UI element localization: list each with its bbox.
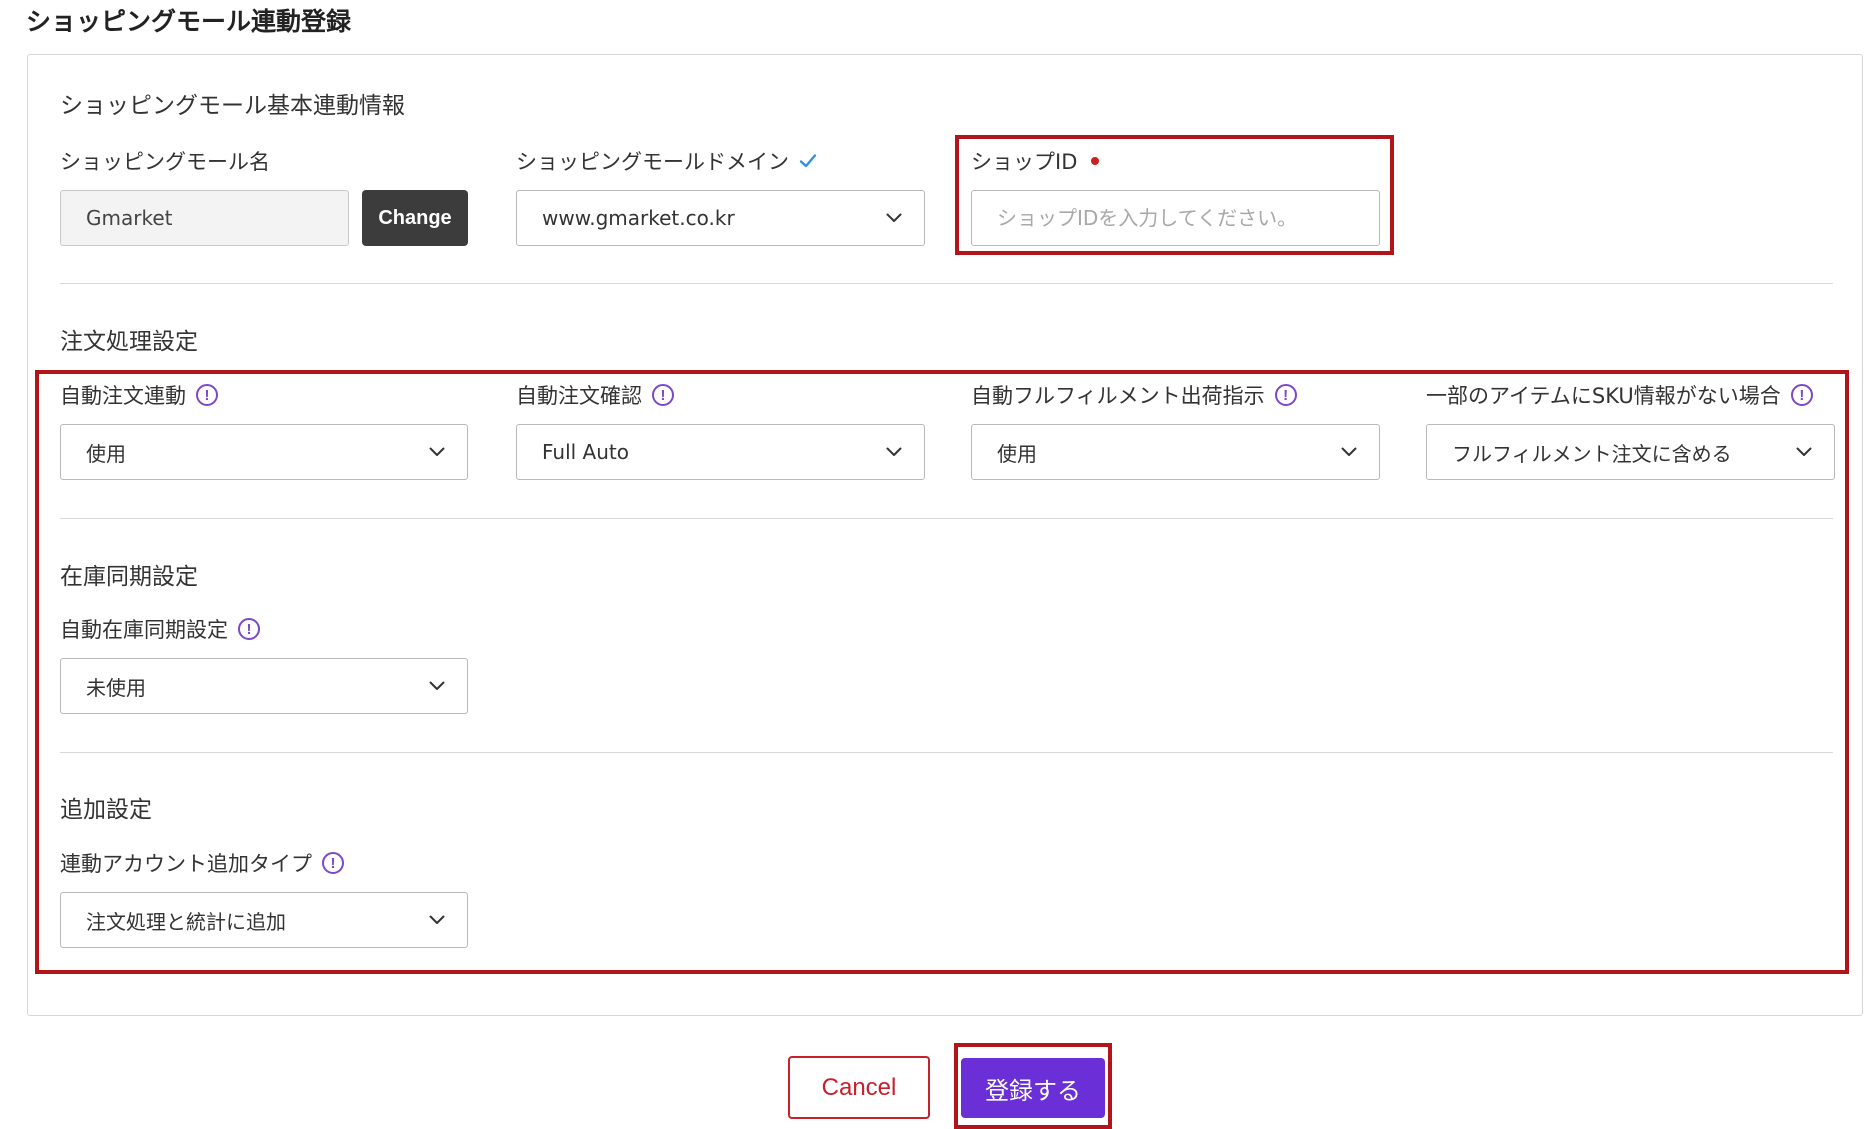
chevron-down-icon xyxy=(886,213,902,222)
auto-order-confirm-label: 自動注文確認 ! xyxy=(516,380,674,410)
mall-name-label: ショッピングモール名 xyxy=(60,146,270,176)
auto-order-confirm-label-text: 自動注文確認 xyxy=(516,384,642,408)
section-divider xyxy=(60,518,1833,519)
section-divider xyxy=(60,283,1833,284)
info-icon[interactable]: ! xyxy=(196,384,218,406)
mall-name-label-text: ショッピングモール名 xyxy=(60,150,270,174)
account-type-label: 連動アカウント追加タイプ ! xyxy=(60,848,344,878)
auto-order-confirm-select[interactable]: Full Auto xyxy=(516,424,925,480)
auto-order-link-label: 自動注文連動 ! xyxy=(60,380,218,410)
info-icon[interactable]: ! xyxy=(1274,384,1297,406)
auto-fulfillment-value: 使用 xyxy=(997,441,1037,466)
shop-id-label: ショップID xyxy=(971,146,1100,176)
section-title-additional: 追加設定 xyxy=(60,797,152,823)
auto-sync-select[interactable]: 未使用 xyxy=(60,658,468,714)
cancel-button[interactable]: Cancel xyxy=(788,1056,930,1119)
chevron-down-icon xyxy=(429,915,445,924)
auto-sync-label: 自動在庫同期設定 ! xyxy=(60,614,260,644)
auto-fulfillment-label-text: 自動フルフィルメント出荷指示 xyxy=(971,384,1265,408)
auto-fulfillment-label: 自動フルフィルメント出荷指示 ! xyxy=(971,380,1297,410)
no-sku-label-text: 一部のアイテムにSKU情報がない場合 xyxy=(1426,384,1781,408)
section-title-basic: ショッピングモール基本連動情報 xyxy=(60,93,405,119)
auto-order-confirm-value: Full Auto xyxy=(542,440,629,464)
mall-domain-label-text: ショッピングモールドメイン xyxy=(516,150,789,174)
info-icon[interactable]: ! xyxy=(322,852,344,874)
info-icon[interactable]: ! xyxy=(238,618,260,640)
mall-name-value: Gmarket xyxy=(86,206,173,230)
auto-sync-value: 未使用 xyxy=(86,675,146,700)
no-sku-label: 一部のアイテムにSKU情報がない場合 ! xyxy=(1426,380,1813,410)
mall-domain-value: www.gmarket.co.kr xyxy=(542,206,735,230)
mall-domain-select[interactable]: www.gmarket.co.kr xyxy=(516,190,925,246)
change-mall-button[interactable]: Change xyxy=(362,190,468,246)
auto-sync-label-text: 自動在庫同期設定 xyxy=(60,618,228,642)
auto-order-link-label-text: 自動注文連動 xyxy=(60,384,186,408)
section-divider xyxy=(60,752,1833,753)
section-title-inventory: 在庫同期設定 xyxy=(60,564,198,590)
chevron-down-icon xyxy=(429,681,445,690)
chevron-down-icon xyxy=(1796,447,1812,456)
account-type-label-text: 連動アカウント追加タイプ xyxy=(60,852,312,876)
check-icon xyxy=(799,154,817,168)
account-type-value: 注文処理と統計に追加 xyxy=(86,909,286,934)
required-indicator-icon xyxy=(1091,157,1100,165)
no-sku-value: フルフィルメント注文に含める xyxy=(1452,441,1732,466)
mall-domain-label: ショッピングモールドメイン xyxy=(516,146,817,176)
auto-fulfillment-select[interactable]: 使用 xyxy=(971,424,1380,480)
page-title: ショッピングモール連動登録 xyxy=(26,7,352,36)
mall-name-field: Gmarket xyxy=(60,190,349,246)
shop-id-label-text: ショップID xyxy=(971,150,1078,174)
submit-button[interactable]: 登録する xyxy=(961,1058,1105,1118)
chevron-down-icon xyxy=(429,447,445,456)
auto-order-link-select[interactable]: 使用 xyxy=(60,424,468,480)
no-sku-select[interactable]: フルフィルメント注文に含める xyxy=(1426,424,1835,480)
auto-order-link-value: 使用 xyxy=(86,441,126,466)
chevron-down-icon xyxy=(1341,447,1357,456)
shop-id-input[interactable] xyxy=(971,190,1380,246)
info-icon[interactable]: ! xyxy=(652,384,674,406)
info-icon[interactable]: ! xyxy=(1790,384,1813,406)
chevron-down-icon xyxy=(886,447,902,456)
section-title-order: 注文処理設定 xyxy=(60,329,198,355)
account-type-select[interactable]: 注文処理と統計に追加 xyxy=(60,892,468,948)
